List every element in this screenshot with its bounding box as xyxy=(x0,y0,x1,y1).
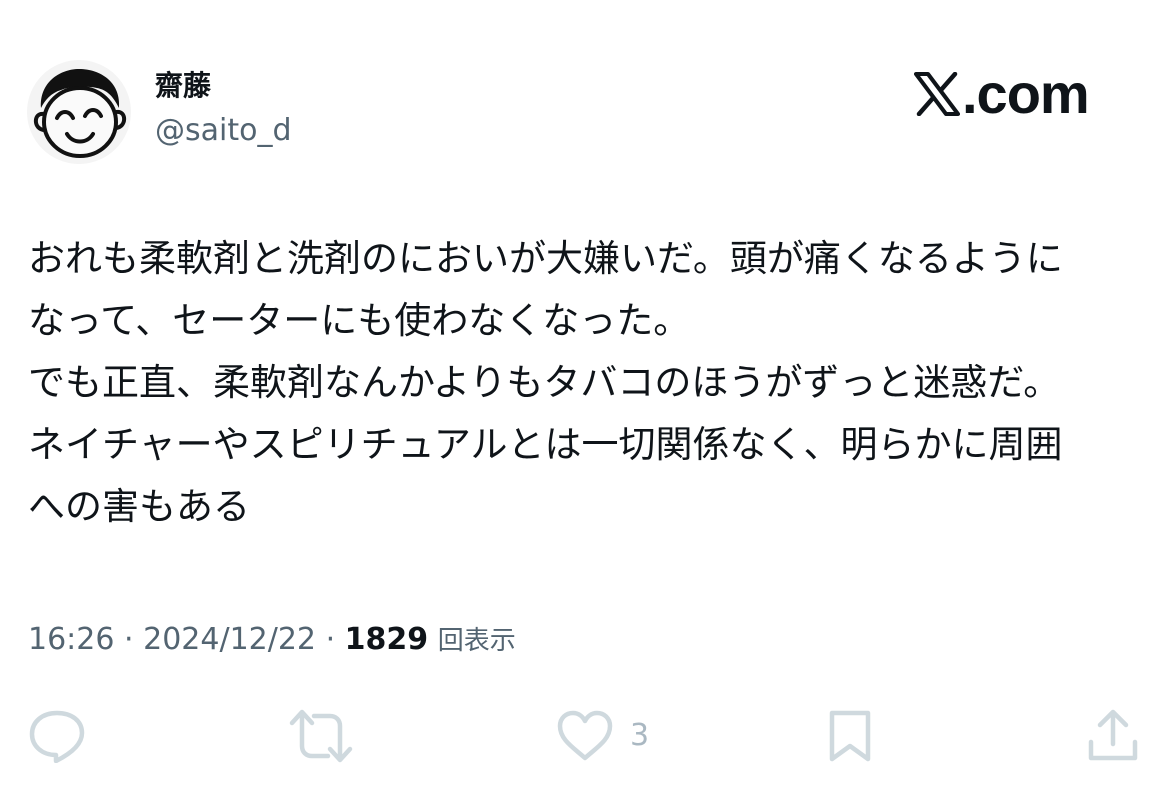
meta-separator: · xyxy=(124,622,134,657)
brand-suffix: .com xyxy=(962,62,1090,125)
views-label: 回表示 xyxy=(437,626,516,656)
post-text-line: ネイチャーやスピリチュアルとは一切関係なく、明らかに周囲 xyxy=(28,423,1063,466)
post-time[interactable]: 16:26 xyxy=(28,622,114,657)
brand-logo: .com xyxy=(914,62,1090,125)
bookmark-icon xyxy=(829,710,871,762)
reply-icon xyxy=(29,710,85,763)
user-handle[interactable]: @saito_d xyxy=(155,116,292,146)
views-count[interactable]: 1829 xyxy=(345,622,429,657)
post-meta: 16:26 · 2024/12/22 · 1829 回表示 xyxy=(28,620,516,661)
bookmark-button[interactable] xyxy=(826,708,874,764)
share-button[interactable] xyxy=(1086,708,1140,764)
post-card: 齋藤 @saito_d .com おれも柔軟剤と洗剤のにおいが大嫌いだ。頭が痛く… xyxy=(0,0,1169,805)
avatar[interactable] xyxy=(27,60,131,164)
post-date[interactable]: 2024/12/22 xyxy=(143,622,316,657)
repost-icon xyxy=(289,709,353,763)
meta-separator: · xyxy=(325,622,336,657)
heart-icon xyxy=(557,710,613,761)
post-text-line: への害もある xyxy=(28,485,250,528)
like-count: 3 xyxy=(630,718,650,753)
post-text-line: おれも柔軟剤と洗剤のにおいが大嫌いだ。頭が痛くなるように xyxy=(28,237,1063,280)
repost-button[interactable] xyxy=(288,708,354,764)
smiling-face-icon xyxy=(33,68,127,158)
like-button[interactable]: 3 xyxy=(556,708,649,764)
x-logo-icon xyxy=(914,72,960,116)
post-text: おれも柔軟剤と洗剤のにおいが大嫌いだ。頭が痛くなるように なって、セーターにも使… xyxy=(28,228,1138,538)
post-text-line: なって、セーターにも使わなくなった。 xyxy=(28,299,691,342)
reply-button[interactable] xyxy=(28,708,86,764)
post-text-line: でも正直、柔軟剤なんかよりもタバコのほうがずっと迷惑だ。 xyxy=(28,361,1061,404)
display-name[interactable]: 齋藤 xyxy=(155,72,211,100)
share-icon xyxy=(1088,709,1138,761)
